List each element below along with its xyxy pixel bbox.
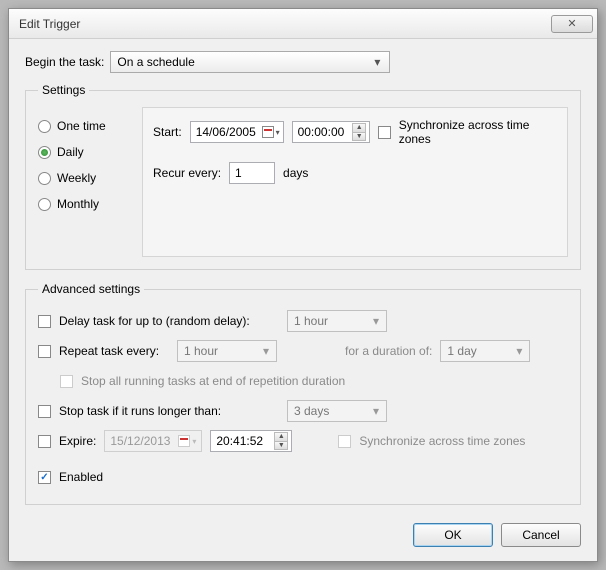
chevron-down-icon: ▾ <box>259 344 273 358</box>
cancel-label: Cancel <box>522 528 559 542</box>
sync2-checkbox <box>338 435 351 448</box>
radio-monthly[interactable]: Monthly <box>38 191 128 217</box>
chevron-down-icon: ▾ <box>512 344 526 358</box>
repeat-checkbox[interactable] <box>38 345 51 358</box>
radio-icon <box>38 146 51 159</box>
delay-combo[interactable]: 1 hour ▾ <box>287 310 387 332</box>
chevron-down-icon: ▾ <box>369 55 385 69</box>
begin-task-label: Begin the task: <box>25 55 104 69</box>
spinner-up-icon[interactable]: ▲ <box>274 432 288 441</box>
recur-label: Recur every: <box>153 166 221 180</box>
repeat-value: 1 hour <box>184 344 218 358</box>
stop-if-value: 3 days <box>294 404 329 418</box>
sync-timezone-checkbox[interactable] <box>378 126 390 139</box>
settings-group: Settings One time Daily Weekly <box>25 83 581 270</box>
start-date-input[interactable]: 14/06/2005 ▾ <box>190 121 284 143</box>
begin-task-value: On a schedule <box>117 55 194 69</box>
stop-all-checkbox <box>60 375 73 388</box>
repeat-combo[interactable]: 1 hour ▾ <box>177 340 277 362</box>
duration-combo[interactable]: 1 day ▾ <box>440 340 530 362</box>
start-date-value: 14/06/2005 <box>196 125 256 139</box>
ok-button[interactable]: OK <box>413 523 493 547</box>
start-label: Start: <box>153 125 182 139</box>
settings-legend: Settings <box>38 83 89 97</box>
stop-if-combo[interactable]: 3 days ▾ <box>287 400 387 422</box>
spinner-down-icon[interactable]: ▼ <box>352 132 366 141</box>
sync-timezone-label: Synchronize across time zones <box>399 118 557 146</box>
radio-label: Daily <box>57 145 84 159</box>
recur-value: 1 <box>235 166 242 180</box>
radio-daily[interactable]: Daily <box>38 139 128 165</box>
recur-unit: days <box>283 166 308 180</box>
expire-time-value: 20:41:52 <box>216 434 263 448</box>
spinner-up-icon[interactable]: ▲ <box>352 123 366 132</box>
start-time-value: 00:00:00 <box>298 125 345 139</box>
close-icon: ✕ <box>567 17 576 30</box>
calendar-icon <box>262 126 274 138</box>
advanced-settings-group: Advanced settings Delay task for up to (… <box>25 282 581 505</box>
titlebar: Edit Trigger ✕ <box>9 9 597 39</box>
ok-label: OK <box>444 528 461 542</box>
expire-checkbox[interactable] <box>38 435 51 448</box>
stop-all-label: Stop all running tasks at end of repetit… <box>81 374 345 388</box>
delay-label: Delay task for up to (random delay): <box>59 314 279 328</box>
delay-value: 1 hour <box>294 314 328 328</box>
expire-time-input[interactable]: 20:41:52 ▲▼ <box>210 430 292 452</box>
duration-label: for a duration of: <box>345 344 432 358</box>
calendar-icon <box>178 435 190 447</box>
radio-weekly[interactable]: Weekly <box>38 165 128 191</box>
chevron-down-icon: ▾ <box>369 404 383 418</box>
expire-date-input: 15/12/2013 ▾ <box>104 430 202 452</box>
sync2-label: Synchronize across time zones <box>359 434 525 448</box>
expire-label: Expire: <box>59 434 96 448</box>
close-button[interactable]: ✕ <box>551 15 593 33</box>
radio-label: Weekly <box>57 171 96 185</box>
begin-task-dropdown[interactable]: On a schedule ▾ <box>110 51 390 73</box>
recur-value-input[interactable]: 1 <box>229 162 275 184</box>
duration-value: 1 day <box>447 344 476 358</box>
cancel-button[interactable]: Cancel <box>501 523 581 547</box>
repeat-label: Repeat task every: <box>59 344 169 358</box>
start-time-input[interactable]: 00:00:00 ▲▼ <box>292 121 371 143</box>
enabled-label: Enabled <box>59 470 103 484</box>
edit-trigger-dialog: Edit Trigger ✕ Begin the task: On a sche… <box>8 8 598 562</box>
advanced-legend: Advanced settings <box>38 282 144 296</box>
stop-if-checkbox[interactable] <box>38 405 51 418</box>
chevron-down-icon: ▾ <box>276 128 280 137</box>
spinner-down-icon[interactable]: ▼ <box>274 441 288 450</box>
radio-one-time[interactable]: One time <box>38 113 128 139</box>
expire-date-value: 15/12/2013 <box>110 434 170 448</box>
radio-icon <box>38 198 51 211</box>
window-title: Edit Trigger <box>19 17 551 31</box>
stop-if-label: Stop task if it runs longer than: <box>59 404 279 418</box>
radio-icon <box>38 172 51 185</box>
chevron-down-icon: ▾ <box>192 437 196 446</box>
radio-label: One time <box>57 119 106 133</box>
radio-icon <box>38 120 51 133</box>
delay-checkbox[interactable] <box>38 315 51 328</box>
enabled-checkbox[interactable] <box>38 471 51 484</box>
radio-label: Monthly <box>57 197 99 211</box>
chevron-down-icon: ▾ <box>369 314 383 328</box>
